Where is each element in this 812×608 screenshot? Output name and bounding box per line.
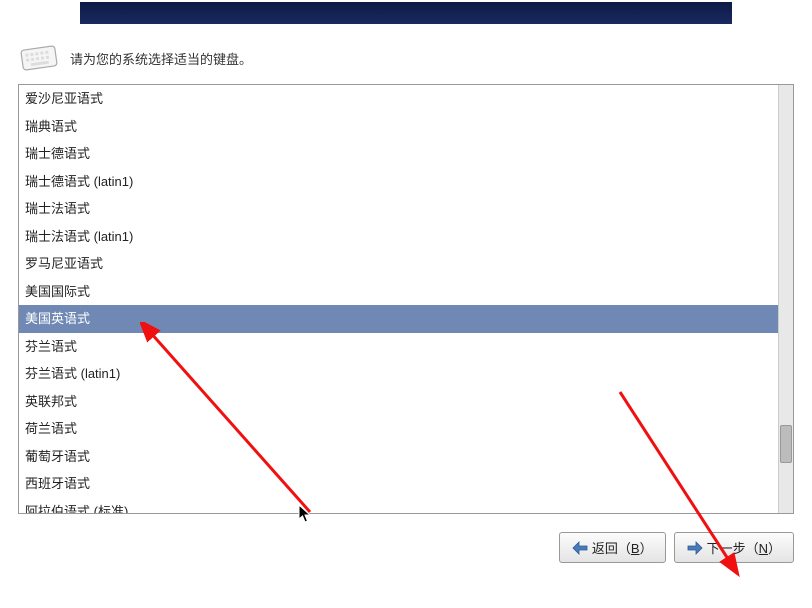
list-item[interactable]: 芬兰语式 (latin1) <box>19 360 778 388</box>
list-item[interactable]: 瑞士法语式 <box>19 195 778 223</box>
list-item[interactable]: 瑞士法语式 (latin1) <box>19 223 778 251</box>
list-item[interactable]: 阿拉伯语式 (标准) <box>19 498 778 514</box>
list-item[interactable]: 罗马尼亚语式 <box>19 250 778 278</box>
list-item[interactable]: 美国国际式 <box>19 278 778 306</box>
list-item[interactable]: 瑞士德语式 (latin1) <box>19 168 778 196</box>
prompt-row: 请为您的系统选择适当的键盘。 <box>18 42 794 74</box>
list-item[interactable]: 美国英语式 <box>19 305 778 333</box>
scrollbar[interactable] <box>778 85 793 513</box>
arrow-left-icon <box>572 541 588 555</box>
list-item[interactable]: 爱沙尼亚语式 <box>19 85 778 113</box>
next-button[interactable]: 下一步（N） <box>674 532 794 563</box>
list-item[interactable]: 芬兰语式 <box>19 333 778 361</box>
keyboard-list: 爱沙尼亚语式瑞典语式瑞士德语式瑞士德语式 (latin1)瑞士法语式瑞士法语式 … <box>18 84 794 514</box>
header-bar <box>80 2 732 24</box>
list-item[interactable]: 瑞士德语式 <box>19 140 778 168</box>
button-row: 返回（B） 下一步（N） <box>18 532 794 563</box>
list-item[interactable]: 瑞典语式 <box>19 113 778 141</box>
list-item[interactable]: 葡萄牙语式 <box>19 443 778 471</box>
list-items[interactable]: 爱沙尼亚语式瑞典语式瑞士德语式瑞士德语式 (latin1)瑞士法语式瑞士法语式 … <box>19 85 778 513</box>
arrow-right-icon <box>687 541 703 555</box>
keyboard-icon <box>18 42 60 74</box>
back-label: 返回（B） <box>592 538 653 557</box>
scrollbar-thumb[interactable] <box>780 425 792 463</box>
next-label: 下一步（N） <box>707 538 781 557</box>
list-item[interactable]: 西班牙语式 <box>19 470 778 498</box>
prompt-text: 请为您的系统选择适当的键盘。 <box>70 49 252 68</box>
list-item[interactable]: 荷兰语式 <box>19 415 778 443</box>
list-item[interactable]: 英联邦式 <box>19 388 778 416</box>
back-button[interactable]: 返回（B） <box>559 532 666 563</box>
